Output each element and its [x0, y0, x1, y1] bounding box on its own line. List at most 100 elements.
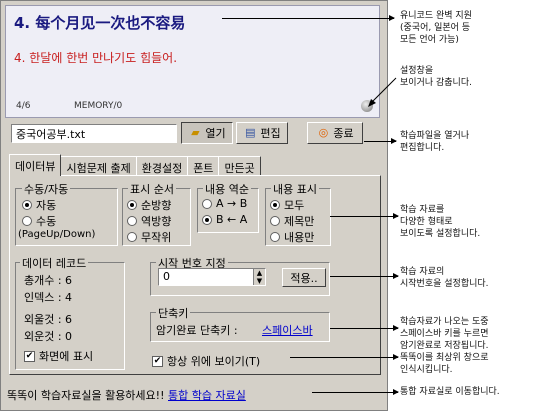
file-path-input[interactable] [11, 124, 177, 143]
start-number-value: 0 [163, 270, 170, 283]
annotation-arrow [290, 354, 399, 360]
open-button[interactable]: ▰ 열기 [181, 122, 233, 144]
annotation-line: 학습파일을 열거나 [400, 131, 470, 141]
annotation-library: 통합 자료실로 이동합니다. [400, 386, 500, 398]
annotation-line: (중국어, 일본어 등 [400, 23, 471, 33]
mode-auto-radio[interactable]: 자동 [22, 197, 56, 213]
exit-button[interactable]: ◎ 종료 [307, 122, 363, 144]
study-mode-title: 수동/자동 [22, 181, 71, 197]
order-reverse-label: 역방향 [141, 215, 172, 228]
annotation-line: 인식시킵니다. [400, 365, 453, 375]
reverse-ab-radio[interactable]: A → B [202, 197, 247, 210]
exit-button-label: 종료 [333, 127, 354, 140]
annotation-line: 설정창을 [400, 66, 434, 76]
annotation-line: 학습자료가 나오는 도중 [400, 317, 489, 327]
mode-manual-radio[interactable]: 수동 [22, 213, 56, 229]
edit-button[interactable]: ▤ 편집 [236, 122, 288, 144]
footer-text: 똑똑이 학습자료실을 활용하세요!! [7, 389, 165, 402]
tab-exam[interactable]: 시험문제 출제 [60, 156, 137, 176]
edit-document-icon: ▤ [245, 126, 256, 139]
radio-indicator [202, 198, 212, 209]
display-memory: MEMORY/0 [74, 101, 123, 111]
radio-indicator [202, 214, 212, 225]
records-index: 인덱스 : 4 [24, 291, 73, 304]
apply-button[interactable]: 적용.. [282, 268, 326, 287]
reverse-ba-label: B ← A [216, 213, 248, 226]
order-reverse-radio[interactable]: 역방향 [127, 213, 171, 229]
annotation-line: 모든 언어 가능) [400, 35, 459, 45]
annotation-line: 다양한 형태로 [400, 217, 453, 227]
open-button-label: 열기 [205, 127, 226, 140]
integrated-library-link[interactable]: 통합 학습 자료실 [168, 389, 246, 402]
spin-up-icon[interactable]: ▲ [254, 269, 265, 277]
display-title: 4. 每个月见一次也不容易 [14, 14, 186, 32]
annotation-line: 통합 자료실로 이동합니다. [400, 387, 500, 397]
annotation-arrow [222, 15, 395, 21]
content-display-title: 내용 표시 [271, 181, 319, 197]
annotation-line: 유니코드 완벽 지원 [400, 11, 472, 21]
shortcut-title: 단축키 [156, 305, 191, 321]
annotation-arrow [330, 213, 399, 219]
annotation-line: 보이도록 설정합니다. [400, 229, 481, 239]
records-to-memorize: 외울것 : 6 [24, 313, 73, 326]
tab-about[interactable]: 만든곳 [218, 156, 261, 176]
display-all-label: 모두 [284, 199, 305, 212]
start-number-spinner[interactable]: ▲ ▼ [253, 269, 265, 285]
tab-bar: 데이터뷰 시험문제 출제 환경설정 폰트 만든곳 [9, 154, 261, 176]
shortcut-key-link[interactable]: 스페이스바 [262, 322, 313, 338]
checkbox-checked-icon: ✔ [24, 350, 35, 362]
annotation-line: 학습 자료를 [400, 205, 445, 215]
radio-indicator [127, 232, 137, 242]
records-memorized: 외운것 : 0 [24, 330, 73, 343]
order-forward-radio[interactable]: 순방향 [127, 197, 171, 213]
records-total: 총개수 : 6 [24, 274, 73, 287]
mode-manual-label: 수동 [36, 215, 57, 228]
spin-down-icon[interactable]: ▼ [254, 277, 265, 285]
annotation-arrow [330, 325, 399, 331]
mode-manual-note: (PageUp/Down) [18, 229, 96, 240]
annotation-unicode: 유니코드 완벽 지원 (중국어, 일본어 등 모든 언어 가능) [400, 10, 472, 46]
order-title: 표시 순서 [128, 181, 176, 197]
show-on-screen-label: 화면에 표시 [39, 350, 94, 363]
shortcut-label: 암기완료 단축키 : [156, 324, 238, 337]
radio-indicator [270, 232, 280, 242]
annotation-line: 학습 자료의 [400, 267, 445, 277]
annotation-arrow [330, 273, 399, 279]
tab-data-view[interactable]: 데이터뷰 [9, 154, 62, 176]
app-window: 4. 每个月见一次也不容易 4. 한달에 한번 만나기도 힘들어. 4/6 ME… [0, 0, 388, 411]
annotation-line: 암기완료로 저장됩니다. [400, 341, 489, 351]
show-on-screen-checkbox[interactable]: ✔ 화면에 표시 [24, 348, 93, 364]
annotation-line: 똑똑이를 최상위 창으로 [400, 353, 489, 363]
display-content-radio[interactable]: 내용만 [270, 229, 314, 245]
tab-font[interactable]: 폰트 [187, 156, 220, 176]
reverse-ba-radio[interactable]: B ← A [202, 213, 247, 226]
annotation-arrow [312, 389, 399, 395]
exit-icon: ◎ [318, 126, 329, 139]
order-random-radio[interactable]: 무작위 [127, 229, 171, 245]
annotation-display-options: 학습 자료를 다양한 형태로 보이도록 설정합니다. [400, 204, 480, 240]
folder-open-icon: ▰ [191, 126, 200, 139]
display-title-radio[interactable]: 제목만 [270, 213, 314, 229]
annotation-line: 보이거나 감춥니다. [400, 78, 472, 88]
annotation-arrow [368, 77, 397, 107]
tab-settings[interactable]: 환경설정 [135, 156, 189, 176]
annotation-file: 학습파일을 열거나 편집합니다. [400, 130, 469, 154]
annotation-start-number: 학습 자료의 시작번호을 설정합니다. [400, 266, 489, 290]
radio-indicator [127, 200, 137, 210]
checkbox-checked-icon: ✔ [152, 355, 163, 367]
edit-button-label: 편집 [260, 127, 281, 140]
radio-indicator [22, 216, 32, 226]
display-title-label: 제목만 [284, 215, 315, 228]
start-number-input[interactable]: 0 [158, 268, 266, 286]
display-all-radio[interactable]: 모두 [270, 197, 304, 213]
apply-button-label: 적용.. [290, 271, 318, 285]
order-random-label: 무작위 [141, 231, 172, 244]
always-on-top-checkbox[interactable]: ✔ 항상 위에 보이기(T) [152, 353, 260, 369]
annotation-arrow [364, 138, 397, 144]
data-view-panel: 수동/자동 자동 수동 (PageUp/Down) 표시 순서 순방향 역방향 … [9, 175, 381, 375]
radio-indicator [270, 200, 280, 210]
order-forward-label: 순방향 [141, 199, 172, 212]
annotation-line: 편집합니다. [400, 143, 445, 153]
footer: 똑똑이 학습자료실을 활용하세요!! 통합 학습 자료실 [7, 387, 246, 403]
study-display: 4. 每个月见一次也不容易 4. 한달에 한번 만나기도 힘들어. 4/6 ME… [5, 5, 380, 118]
